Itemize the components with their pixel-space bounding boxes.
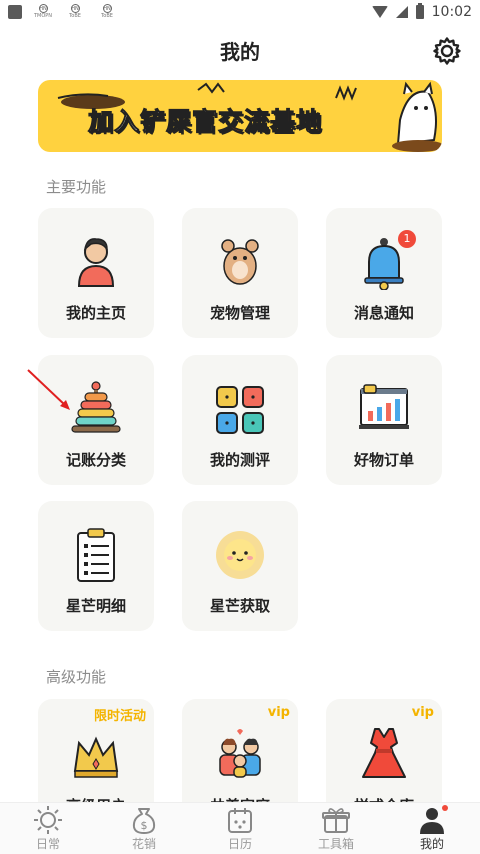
nav-label: 我的 (419, 837, 444, 851)
tile-my-homepage[interactable]: 我的主页 (38, 208, 154, 338)
section-title-advanced: 高级功能 (46, 668, 107, 686)
gift-box-icon (322, 808, 350, 833)
tile-notifications[interactable]: 1 消息通知 (326, 208, 442, 338)
dress-icon (362, 728, 406, 778)
nav-label: 日历 (227, 837, 252, 851)
clipboard-icon (77, 528, 115, 582)
unread-dot (442, 805, 448, 811)
tile-label: 星芒明细 (65, 597, 126, 615)
tile-label: 我的测评 (209, 451, 270, 469)
chart-board-icon (359, 384, 409, 429)
money-bag-icon: $ (132, 808, 156, 834)
community-banner[interactable]: 加入铲屎官交流基地 (38, 80, 442, 152)
battery-icon (415, 3, 424, 19)
annotation-arrow-icon (27, 369, 70, 410)
tile-label: 好物订单 (353, 451, 414, 469)
calendar-icon (228, 808, 252, 833)
banner-title: 加入铲屎官交流基地 (87, 107, 323, 137)
tile-label: 宠物管理 (209, 304, 270, 322)
tile-pet-management[interactable]: 宠物管理 (182, 208, 298, 338)
family-icon (219, 729, 261, 778)
promo-tag: 限时活动 (93, 709, 146, 724)
svg-text:$: $ (141, 819, 148, 832)
tile-label: 我的主页 (65, 304, 126, 322)
clock: 10:02 (431, 4, 472, 20)
status-app-icon: HN ToBE (101, 4, 113, 19)
crown-icon (73, 736, 119, 778)
settings-gear-icon[interactable] (432, 36, 462, 66)
tile-label: 消息通知 (353, 304, 414, 322)
status-app-icon: HN ToBE (69, 4, 81, 19)
nav-label: 日常 (35, 837, 60, 851)
tile-label: 记账分类 (65, 451, 126, 469)
tile-goods-orders[interactable]: 好物订单 (326, 355, 442, 485)
tile-label: 星芒获取 (209, 597, 270, 615)
tile-star-acquire[interactable]: 星芒获取 (182, 501, 298, 631)
nav-item-toolbox[interactable]: 工具箱 (288, 803, 384, 854)
user-icon (77, 238, 115, 287)
nav-item-calendar[interactable]: 日历 (192, 803, 288, 854)
page-title: 我的 (220, 39, 260, 64)
nav-item-mine[interactable]: 我的 (384, 803, 480, 854)
grid-squares-icon (216, 386, 264, 434)
nav-label: 工具箱 (317, 837, 354, 851)
status-app-icon: HN TMOPN (33, 4, 53, 19)
app-header: 我的 (0, 24, 480, 76)
section-title-main: 主要功能 (46, 178, 107, 196)
sun-outline-icon (34, 806, 62, 834)
sun-icon (216, 531, 264, 579)
notification-square-icon (8, 5, 22, 19)
nav-item-spending[interactable]: $ 花销 (96, 803, 192, 854)
nav-label: 花销 (131, 837, 156, 851)
status-bar: HN TMOPN HN ToBE HN ToBE 10:02 (0, 0, 480, 24)
notification-count-badge: 1 (398, 230, 416, 248)
tile-star-details[interactable]: 星芒明细 (38, 501, 154, 631)
ring-stack-icon (71, 381, 121, 433)
tile-my-evaluation[interactable]: 我的测评 (182, 355, 298, 485)
hamster-icon (221, 239, 259, 285)
bottom-navigation: 日常 $ 花销 日历 工具箱 我的 (0, 802, 480, 854)
signal-icon (395, 6, 408, 18)
wifi-icon (371, 6, 388, 18)
nav-item-daily[interactable]: 日常 (0, 803, 96, 854)
vip-tag: vip (267, 705, 290, 720)
vip-tag: vip (411, 705, 434, 720)
